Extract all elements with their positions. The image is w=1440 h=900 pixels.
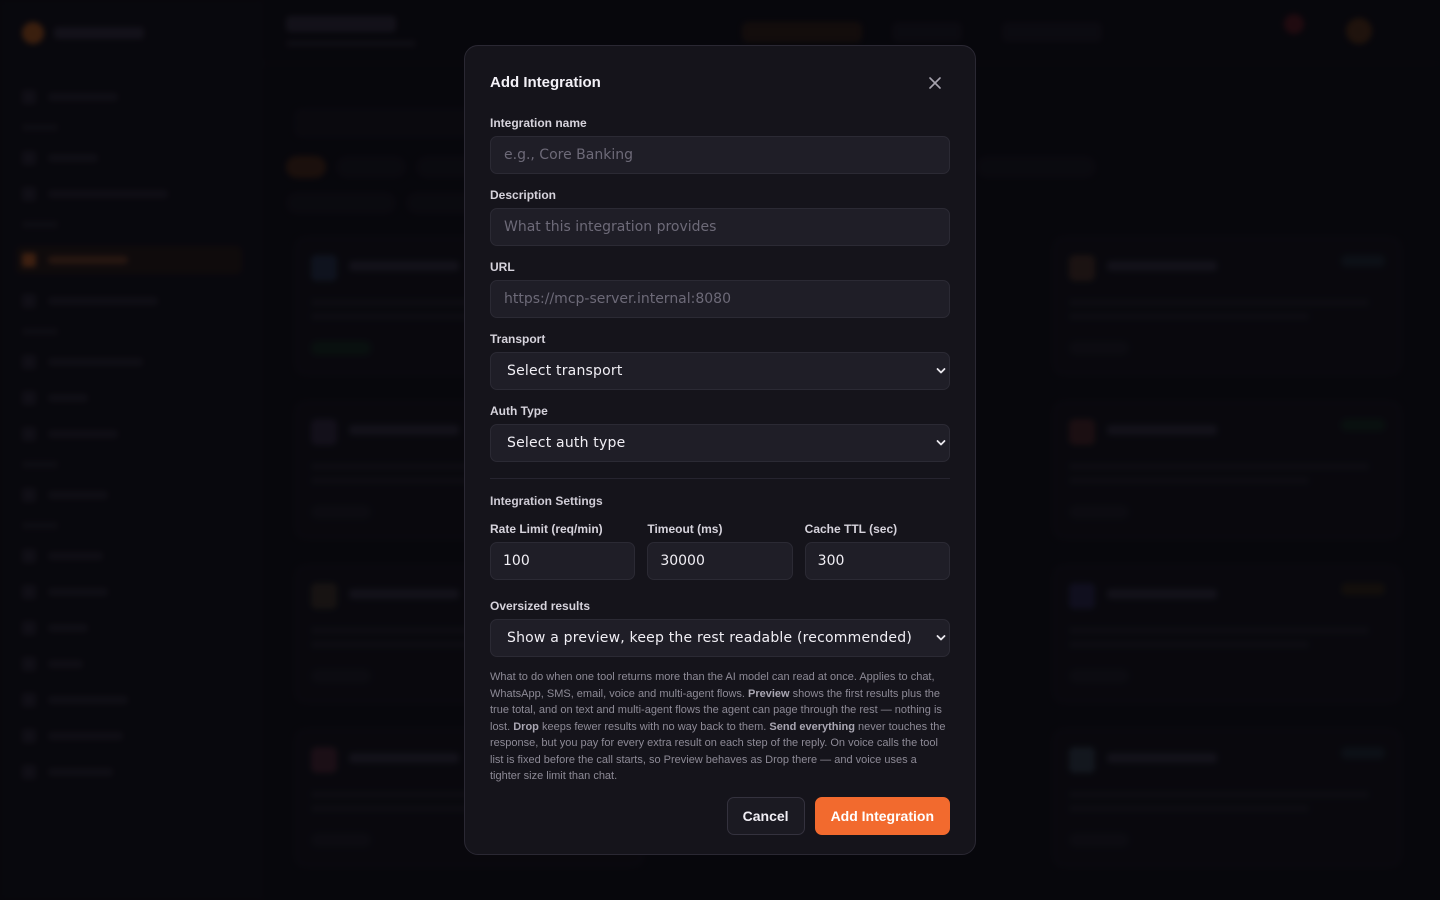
oversized-results-label: Oversized results — [490, 599, 591, 613]
help-text-preview-term: Preview — [748, 687, 790, 700]
oversized-results-select[interactable]: Show a preview, keep the rest readable (… — [490, 619, 950, 657]
rate-limit-field: Rate Limit (req/min) — [490, 522, 636, 580]
timeout-input[interactable] — [647, 542, 793, 580]
close-button[interactable] — [924, 72, 946, 94]
transport-select-value: Select transport — [507, 363, 623, 379]
description-label: Description — [490, 188, 557, 202]
help-text-drop-term: Drop — [513, 720, 539, 733]
help-text-part: keeps fewer results with no way back to … — [538, 720, 770, 733]
chevron-down-icon — [936, 368, 946, 374]
add-integration-modal: Add Integration Integration name Descrip… — [464, 45, 976, 855]
description-field: Description — [490, 188, 950, 246]
cache-ttl-input[interactable] — [804, 542, 950, 580]
auth-type-select[interactable]: Select auth type — [490, 424, 950, 462]
oversized-results-select-value: Show a preview, keep the rest readable (… — [507, 630, 912, 646]
oversized-results-help-text: What to do when one tool returns more th… — [490, 669, 950, 785]
transport-select[interactable]: Select transport — [490, 352, 950, 390]
integration-name-field: Integration name — [490, 116, 950, 174]
modal-header: Add Integration — [490, 46, 950, 118]
auth-type-field: Auth Type Select auth type — [490, 404, 950, 462]
help-text-send-everything-term: Send everything — [769, 720, 855, 733]
close-icon — [929, 77, 941, 89]
oversized-results-field: Oversized results Show a preview, keep t… — [490, 599, 950, 657]
chevron-down-icon — [936, 635, 946, 641]
auth-type-select-value: Select auth type — [507, 435, 626, 451]
url-field: URL — [490, 260, 950, 318]
cancel-button[interactable]: Cancel — [726, 797, 805, 835]
cache-ttl-field: Cache TTL (sec) — [804, 522, 950, 580]
chevron-down-icon — [936, 440, 946, 446]
url-label: URL — [490, 260, 515, 274]
transport-field: Transport Select transport — [490, 332, 950, 390]
integration-settings-heading: Integration Settings — [490, 494, 603, 508]
auth-type-label: Auth Type — [490, 404, 548, 418]
cache-ttl-label: Cache TTL (sec) — [804, 522, 898, 536]
url-input[interactable] — [490, 280, 950, 318]
integration-name-input[interactable] — [490, 136, 950, 174]
section-divider — [490, 478, 950, 479]
integration-name-label: Integration name — [490, 116, 587, 130]
timeout-label: Timeout (ms) — [647, 522, 723, 536]
transport-label: Transport — [490, 332, 546, 346]
rate-limit-input[interactable] — [490, 542, 636, 580]
add-integration-button[interactable]: Add Integration — [814, 797, 950, 835]
description-input[interactable] — [490, 208, 950, 246]
rate-limit-label: Rate Limit (req/min) — [490, 522, 603, 536]
timeout-field: Timeout (ms) — [647, 522, 793, 580]
modal-footer: Cancel Add Integration — [726, 797, 950, 835]
settings-grid: Rate Limit (req/min) Timeout (ms) Cache … — [490, 522, 950, 580]
modal-title: Add Integration — [490, 74, 601, 91]
